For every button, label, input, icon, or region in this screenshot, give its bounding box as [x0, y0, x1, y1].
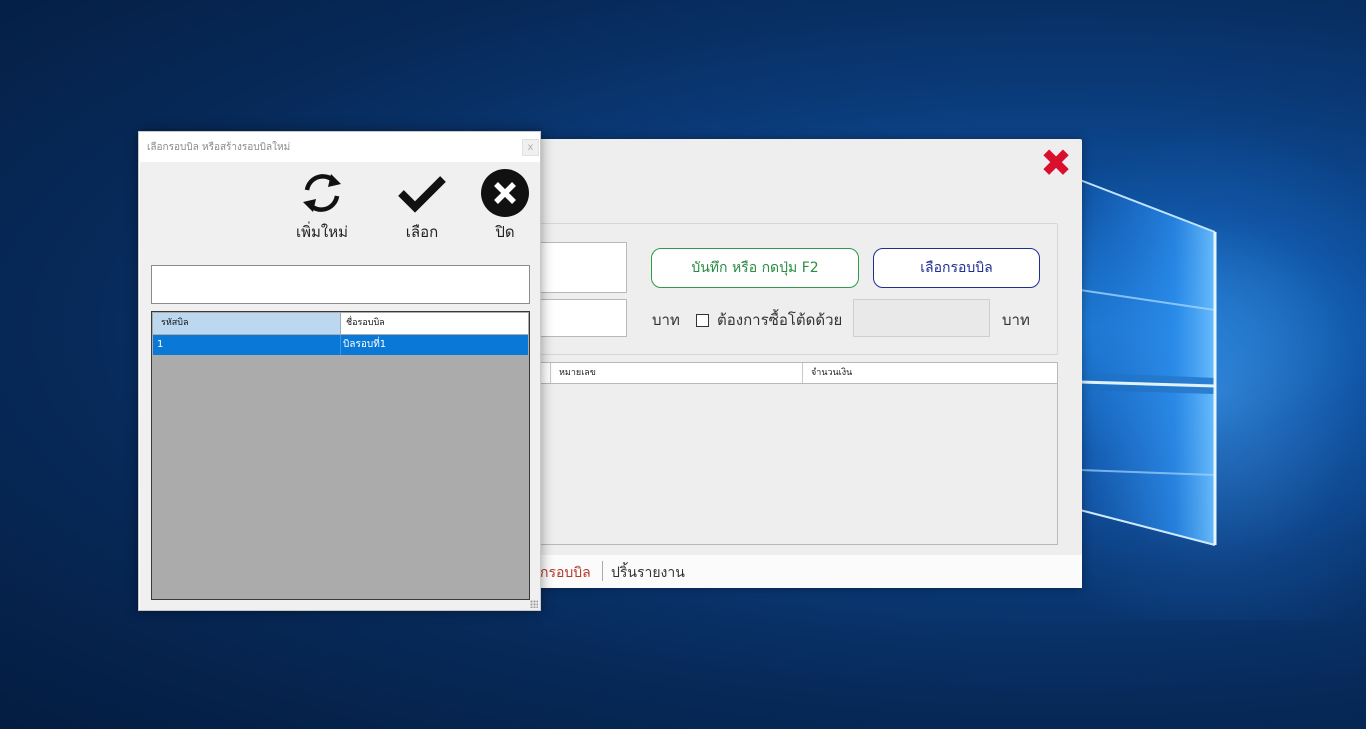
tab-bill-round[interactable]: กรอบบิล [540, 562, 591, 584]
select-bill-button[interactable]: เลือกรอบบิล [873, 248, 1040, 288]
table-row[interactable]: 1 บิลรอบที่1 [153, 335, 528, 355]
entries-grid[interactable]: หมายเลข จำนวนเงิน [528, 362, 1058, 545]
select-button[interactable]: เลือก [394, 168, 450, 244]
select-bill-dialog: เลือกรอบบิล หรือสร้างรอบบิลใหม่ x เพิ่มใ… [138, 131, 541, 611]
close-dialog-label: ปิด [495, 223, 515, 241]
bill-rounds-grid[interactable]: รหัสบิล ชื่อรอบบิล 1 บิลรอบที่1 [151, 311, 530, 600]
buy-todd-checkbox-group[interactable]: ต้องการซื้อโต้ดด้วย [696, 308, 842, 332]
add-new-label: เพิ่มใหม่ [295, 223, 348, 241]
refresh-icon [303, 174, 341, 212]
checkmark-icon [398, 176, 446, 213]
close-x-icon[interactable]: ✖ [1040, 144, 1072, 182]
dialog-close-button[interactable]: x [522, 139, 539, 156]
bill-grid-header: รหัสบิล ชื่อรอบบิล [153, 313, 528, 334]
main-window: ✖ บันทึก หรือ กดปุ่ม F2 เลือกรอบบิล บาท … [480, 139, 1082, 588]
entries-grid-header: หมายเลข จำนวนเงิน [529, 363, 1057, 384]
grid-header-amount[interactable]: จำนวนเงิน [803, 363, 1057, 383]
tab-separator [602, 561, 603, 581]
buy-todd-checkbox[interactable] [696, 313, 709, 327]
baht-label-2: บาท [1002, 311, 1030, 329]
bill-id-cell[interactable]: 1 [153, 335, 341, 355]
add-new-button[interactable]: เพิ่มใหม่ [290, 168, 354, 244]
footer-tab-bar: กรอบบิล ปริ้นรายงาน [480, 555, 1082, 588]
windows-logo-light [1079, 179, 1217, 546]
grid-header-bill-id[interactable]: รหัสบิล [153, 313, 341, 334]
close-circle-icon [481, 169, 529, 217]
dialog-body: เพิ่มใหม่ เลือก ปิด รหัสบิล ชื่อรอบบิล 1 [140, 162, 540, 610]
search-input[interactable] [151, 265, 530, 304]
resize-grip[interactable] [530, 600, 538, 608]
buy-todd-checkbox-label[interactable]: ต้องการซื้อโต้ดด้วย [717, 308, 842, 332]
dialog-title: เลือกรอบบิล หรือสร้างรอบบิลใหม่ [147, 142, 291, 153]
baht-label: บาท [652, 311, 680, 329]
grid-header-bill-name[interactable]: ชื่อรอบบิล [341, 313, 528, 334]
tab-print-report[interactable]: ปริ้นรายงาน [611, 562, 685, 584]
grid-header-number[interactable]: หมายเลข [551, 363, 803, 383]
todd-amount-field[interactable] [853, 299, 990, 337]
select-label: เลือก [405, 223, 439, 241]
close-dialog-button[interactable]: ปิด [480, 168, 530, 244]
bill-name-cell[interactable]: บิลรอบที่1 [341, 335, 528, 355]
save-button[interactable]: บันทึก หรือ กดปุ่ม F2 [651, 248, 859, 288]
